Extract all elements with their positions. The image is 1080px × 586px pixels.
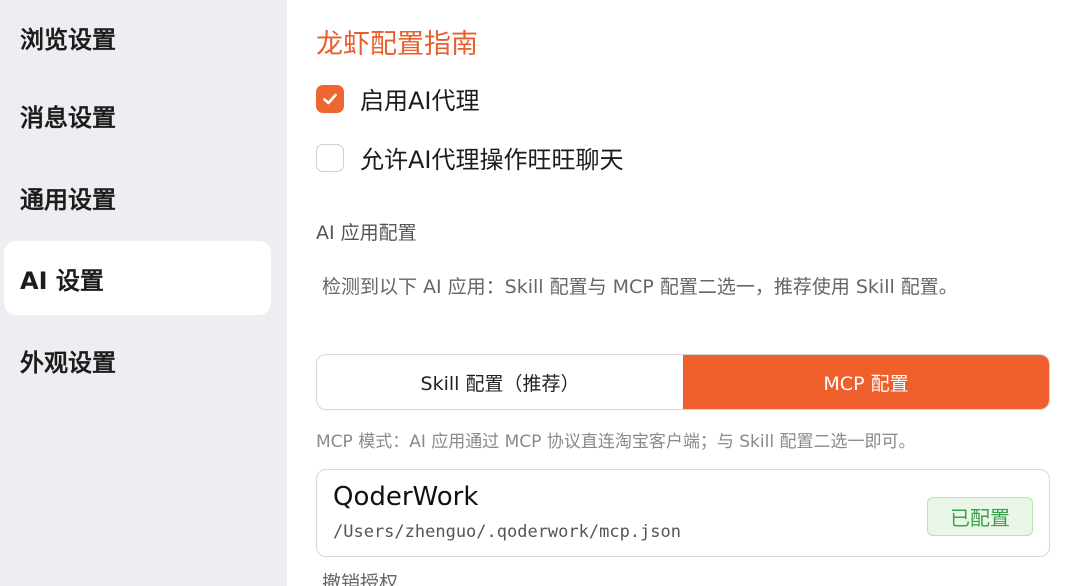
guide-link[interactable]: 龙虾配置指南 bbox=[316, 22, 478, 61]
tab-mcp-config[interactable]: MCP 配置 bbox=[683, 355, 1049, 409]
sidebar-item-label: 浏览设置 bbox=[20, 25, 116, 54]
mode-note: MCP 模式：AI 应用通过 MCP 协议直连淘宝客户端；与 Skill 配置二… bbox=[316, 432, 916, 452]
checkbox-unchecked[interactable] bbox=[316, 143, 344, 172]
sidebar-item-label: AI 设置 bbox=[20, 266, 104, 295]
sidebar-item-appearance[interactable]: 外观设置 bbox=[4, 323, 271, 397]
sidebar-item-ai[interactable]: AI 设置 bbox=[4, 241, 271, 315]
app-card: QoderWork /Users/zhenguo/.qoderwork/mcp.… bbox=[316, 469, 1050, 557]
sidebar-item-label: 通用设置 bbox=[20, 185, 116, 214]
section-title: AI 应用配置 bbox=[316, 222, 417, 244]
sidebar: 浏览设置 消息设置 通用设置 AI 设置 外观设置 bbox=[0, 0, 287, 586]
enable-ai-agent-toggle[interactable]: 启用AI代理 bbox=[316, 81, 480, 116]
allow-wangwang-chat-toggle[interactable]: 允许AI代理操作旺旺聊天 bbox=[316, 140, 624, 175]
sidebar-item-messages[interactable]: 消息设置 bbox=[4, 78, 271, 152]
description-text: 检测到以下 AI 应用：Skill 配置与 MCP 配置二选一，推荐使用 Ski… bbox=[322, 276, 958, 298]
sidebar-item-general[interactable]: 通用设置 bbox=[4, 160, 271, 234]
tab-skill-config[interactable]: Skill 配置（推荐） bbox=[317, 355, 683, 409]
status-badge: 已配置 bbox=[927, 497, 1033, 536]
check-icon bbox=[323, 93, 337, 104]
revoke-authorization[interactable]: 撤销授权 bbox=[322, 570, 398, 586]
main-panel: 龙虾配置指南 启用AI代理 允许AI代理操作旺旺聊天 AI 应用配置 检测到以下… bbox=[287, 0, 1080, 586]
app-name: QoderWork bbox=[333, 482, 479, 512]
sidebar-item-browse[interactable]: 浏览设置 bbox=[4, 0, 271, 74]
sidebar-item-label: 外观设置 bbox=[20, 348, 116, 377]
checkbox-label: 启用AI代理 bbox=[360, 87, 480, 115]
sidebar-item-label: 消息设置 bbox=[20, 103, 116, 132]
config-path: /Users/zhenguo/.qoderwork/mcp.json bbox=[333, 522, 681, 542]
checkbox-label: 允许AI代理操作旺旺聊天 bbox=[360, 146, 624, 174]
config-mode-tabs: Skill 配置（推荐） MCP 配置 bbox=[316, 354, 1050, 410]
checkbox-checked[interactable] bbox=[316, 84, 344, 113]
